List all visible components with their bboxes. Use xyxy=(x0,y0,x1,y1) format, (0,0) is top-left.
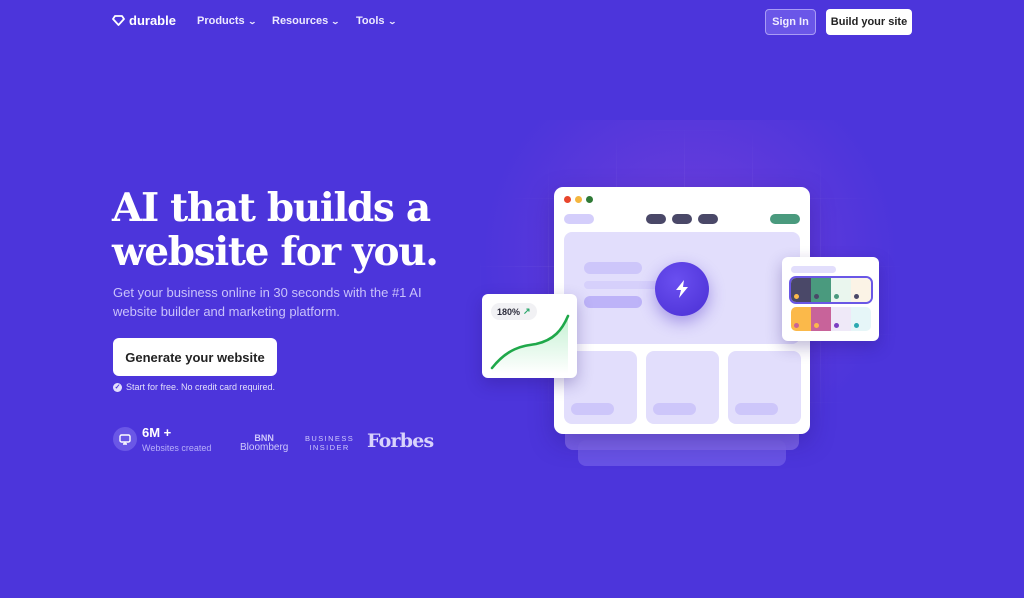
menu-tools[interactable]: Tools ⌄ xyxy=(356,15,397,27)
monitor-icon xyxy=(113,427,137,451)
menu-label: Resources xyxy=(272,15,329,27)
lightning-bolt-icon xyxy=(655,262,709,316)
menu-resources[interactable]: Resources ⌄ xyxy=(272,15,341,27)
menu-products[interactable]: Products ⌄ xyxy=(197,15,257,27)
color-swatch xyxy=(811,307,831,331)
window-dot-green xyxy=(586,196,593,203)
build-your-site-button[interactable]: Build your site xyxy=(826,9,912,35)
brand-name: durable xyxy=(129,13,176,28)
preview-card xyxy=(728,351,801,424)
color-swatch xyxy=(831,307,851,331)
bnn-bloomberg-logo: BNN Bloomberg xyxy=(240,433,288,453)
color-swatch xyxy=(791,307,811,331)
preview-text-line xyxy=(584,281,662,289)
websites-label: Websites created xyxy=(142,443,212,453)
sign-in-button[interactable]: Sign In xyxy=(765,9,816,35)
free-note: ✓ Start for free. No credit card require… xyxy=(113,382,275,392)
color-palette-card xyxy=(782,257,879,341)
menu-label: Products xyxy=(197,15,245,27)
top-nav: durable Products ⌄ Resources ⌄ Tools ⌄ Sign… xyxy=(0,0,1024,42)
color-swatch xyxy=(851,278,871,302)
palette-row[interactable] xyxy=(791,307,871,331)
headline-line-1: AI that builds a xyxy=(112,185,431,231)
durable-logo-icon xyxy=(112,15,125,26)
color-swatch xyxy=(791,278,811,302)
preview-card-label xyxy=(653,403,696,415)
forbes-logo: Forbes xyxy=(367,430,434,452)
preview-logo-placeholder xyxy=(564,214,594,224)
swatch-dot xyxy=(834,323,839,328)
page-title: AI that builds a website for you. xyxy=(112,186,472,274)
swatch-dot xyxy=(814,294,819,299)
color-swatch xyxy=(831,278,851,302)
palette-title-placeholder xyxy=(791,266,836,273)
preview-text-line xyxy=(584,296,642,308)
color-swatch xyxy=(851,307,871,331)
swatch-dot xyxy=(814,323,819,328)
headline-line-2: website for you. xyxy=(112,229,439,275)
preview-nav-item xyxy=(672,214,692,224)
chevron-down-icon: ⌄ xyxy=(387,16,397,26)
websites-count: 6M + xyxy=(142,425,172,440)
preview-nav-item xyxy=(646,214,666,224)
website-preview-window xyxy=(554,187,810,434)
business-insider-logo: BUSINESS INSIDER xyxy=(305,434,354,452)
chevron-down-icon: ⌄ xyxy=(330,16,341,26)
business-text: BUSINESS xyxy=(305,434,355,443)
swatch-dot xyxy=(854,323,859,328)
menu-label: Tools xyxy=(356,15,385,27)
preview-card-label xyxy=(735,403,778,415)
growth-card: 180% ↗ xyxy=(482,294,577,378)
window-dot-yellow xyxy=(575,196,582,203)
preview-card-label xyxy=(571,403,614,415)
insider-text: INSIDER xyxy=(309,443,350,452)
swatch-dot xyxy=(834,294,839,299)
swatch-dot xyxy=(794,294,799,299)
bloomberg-text: Bloomberg xyxy=(240,442,289,453)
chevron-down-icon: ⌄ xyxy=(247,16,257,26)
free-note-text: Start for free. No credit card required. xyxy=(126,382,276,392)
growth-curve xyxy=(490,314,570,374)
preview-nav-item xyxy=(698,214,718,224)
hero-subtitle: Get your business online in 30 seconds w… xyxy=(113,285,422,319)
preview-cta-placeholder xyxy=(770,214,800,224)
preview-text-line xyxy=(584,262,642,274)
brand-logo[interactable]: durable xyxy=(112,13,176,28)
palette-row-selected[interactable] xyxy=(789,276,873,304)
swatch-dot xyxy=(794,323,799,328)
preview-card xyxy=(646,351,719,424)
swatch-dot xyxy=(854,294,859,299)
check-circle-icon: ✓ xyxy=(113,382,122,392)
window-dot-red xyxy=(564,196,571,203)
color-swatch xyxy=(811,278,831,302)
generate-website-button[interactable]: Generate your website xyxy=(113,338,277,376)
